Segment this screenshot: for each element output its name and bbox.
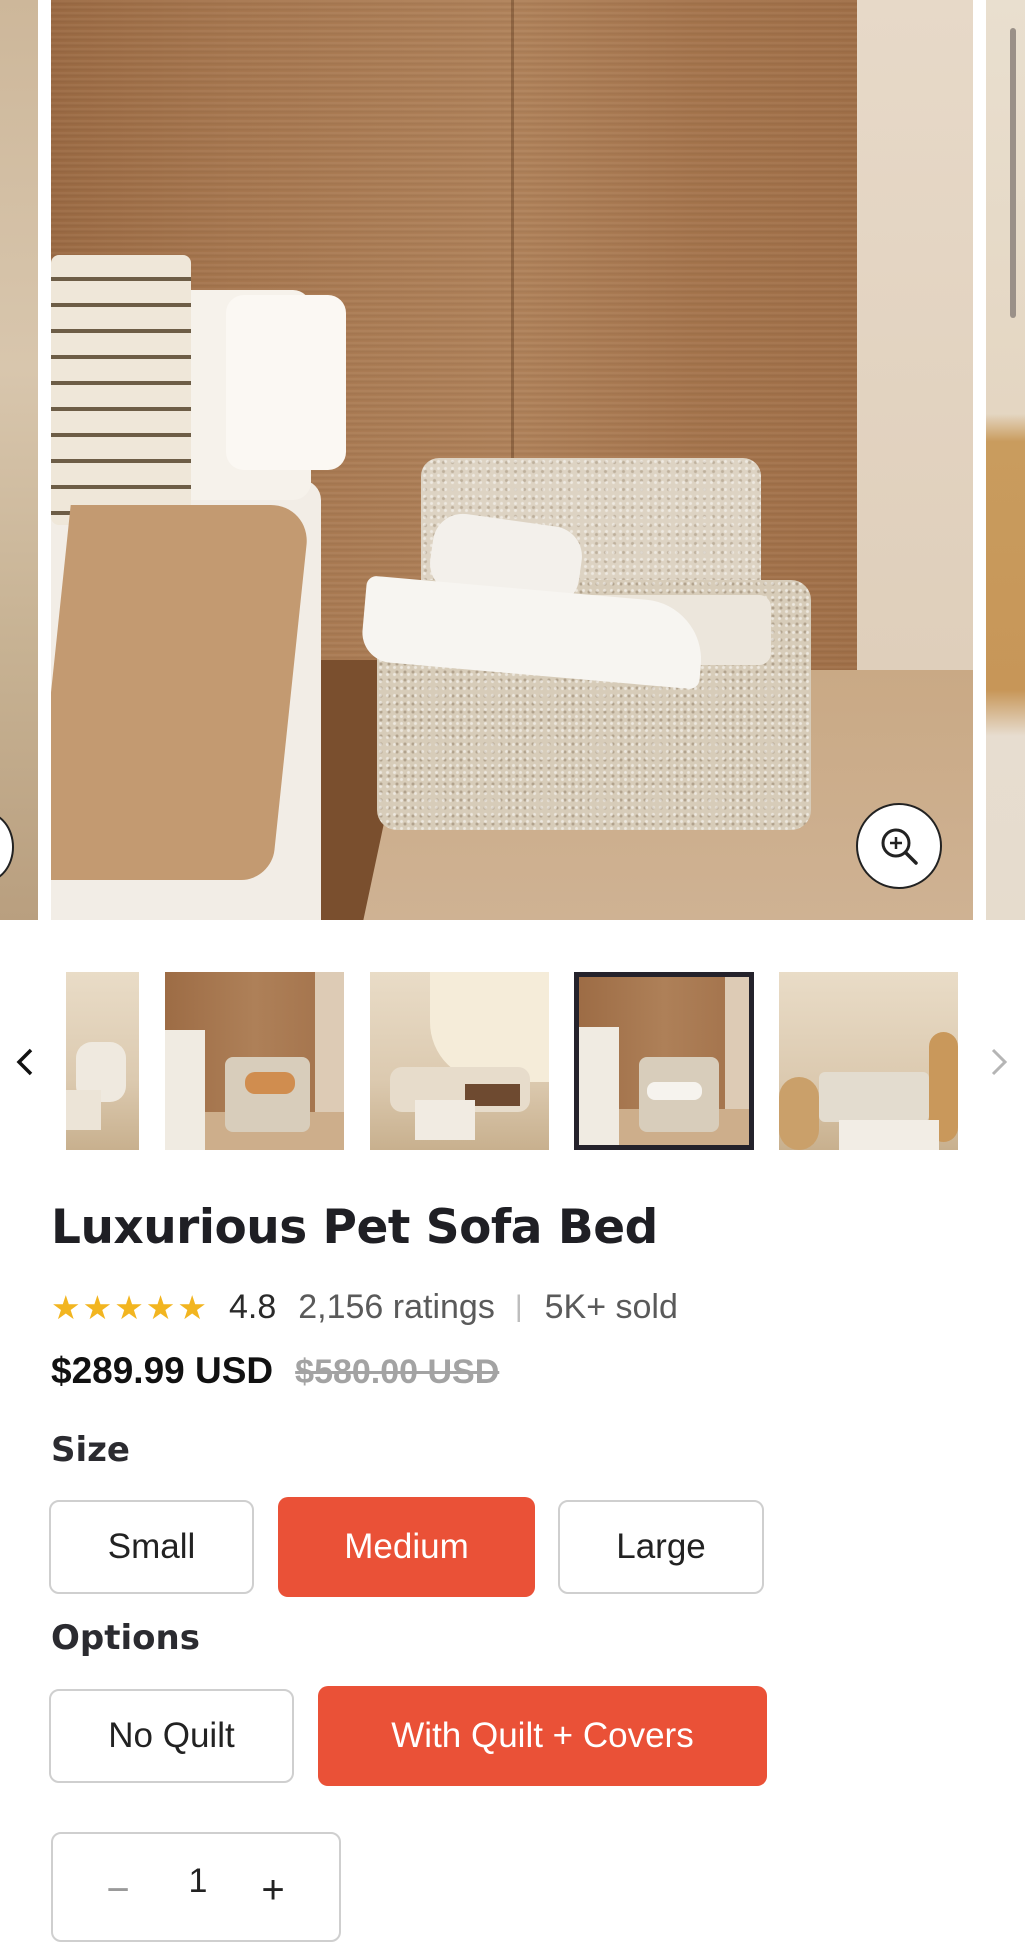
previous-slide-zoom-button[interactable] — [0, 812, 14, 882]
rating-value: 4.8 — [228, 1287, 277, 1326]
thumbnail-1[interactable] — [66, 972, 139, 1150]
size-label: Size — [51, 1430, 130, 1470]
size-option-large[interactable]: Large — [558, 1500, 764, 1594]
thumbnails-next-button[interactable] — [984, 1040, 1014, 1084]
main-product-image[interactable] — [51, 0, 973, 920]
chevron-left-icon — [16, 1048, 33, 1076]
thumbnails-prev-button[interactable] — [10, 1040, 40, 1084]
product-image-gallery[interactable] — [0, 0, 1025, 920]
option-no-quilt[interactable]: No Quilt — [49, 1689, 294, 1783]
star-icon: ★ — [114, 1288, 144, 1326]
product-title: Luxurious Pet Sofa Bed — [51, 1200, 658, 1255]
previous-slide-image[interactable] — [0, 0, 38, 920]
rating-row: ★ ★ ★ ★ ★ 4.8 2,156 ratings | 5K+ sold — [51, 1283, 678, 1331]
thumbnail-5[interactable] — [779, 972, 958, 1150]
quantity-increase-button[interactable]: + — [243, 1862, 303, 1918]
star-icon: ★ — [177, 1288, 207, 1326]
sold-count: 5K+ sold — [544, 1287, 678, 1326]
star-icon: ★ — [51, 1288, 81, 1326]
option-with-quilt-covers[interactable]: With Quilt + Covers — [318, 1686, 767, 1786]
rating-stars: ★ ★ ★ ★ ★ — [51, 1291, 207, 1324]
size-option-medium[interactable]: Medium — [278, 1497, 535, 1597]
thumbnail-3[interactable] — [370, 972, 549, 1150]
separator: | — [514, 1290, 523, 1323]
zoom-button[interactable] — [856, 803, 942, 889]
quantity-decrease-button[interactable]: − — [88, 1862, 148, 1918]
quantity-stepper: − 1 + — [51, 1832, 341, 1942]
next-slide-image[interactable] — [986, 0, 1025, 920]
price-row: $289.99 USD $580.00 USD — [51, 1350, 499, 1392]
thumbnail-4[interactable] — [574, 972, 754, 1150]
zoom-in-icon — [881, 828, 918, 865]
size-option-small[interactable]: Small — [49, 1500, 254, 1594]
options-label: Options — [51, 1618, 200, 1658]
thumbnail-2[interactable] — [165, 972, 344, 1150]
compare-at-price: $580.00 USD — [295, 1353, 500, 1391]
ratings-count[interactable]: 2,156 ratings — [298, 1288, 495, 1327]
chevron-right-icon — [991, 1048, 1008, 1076]
scroll-indicator[interactable] — [1010, 28, 1016, 318]
star-icon: ★ — [82, 1288, 113, 1326]
star-icon: ★ — [145, 1288, 176, 1326]
sale-price: $289.99 USD — [51, 1350, 274, 1391]
quantity-value[interactable]: 1 — [163, 1862, 233, 1901]
